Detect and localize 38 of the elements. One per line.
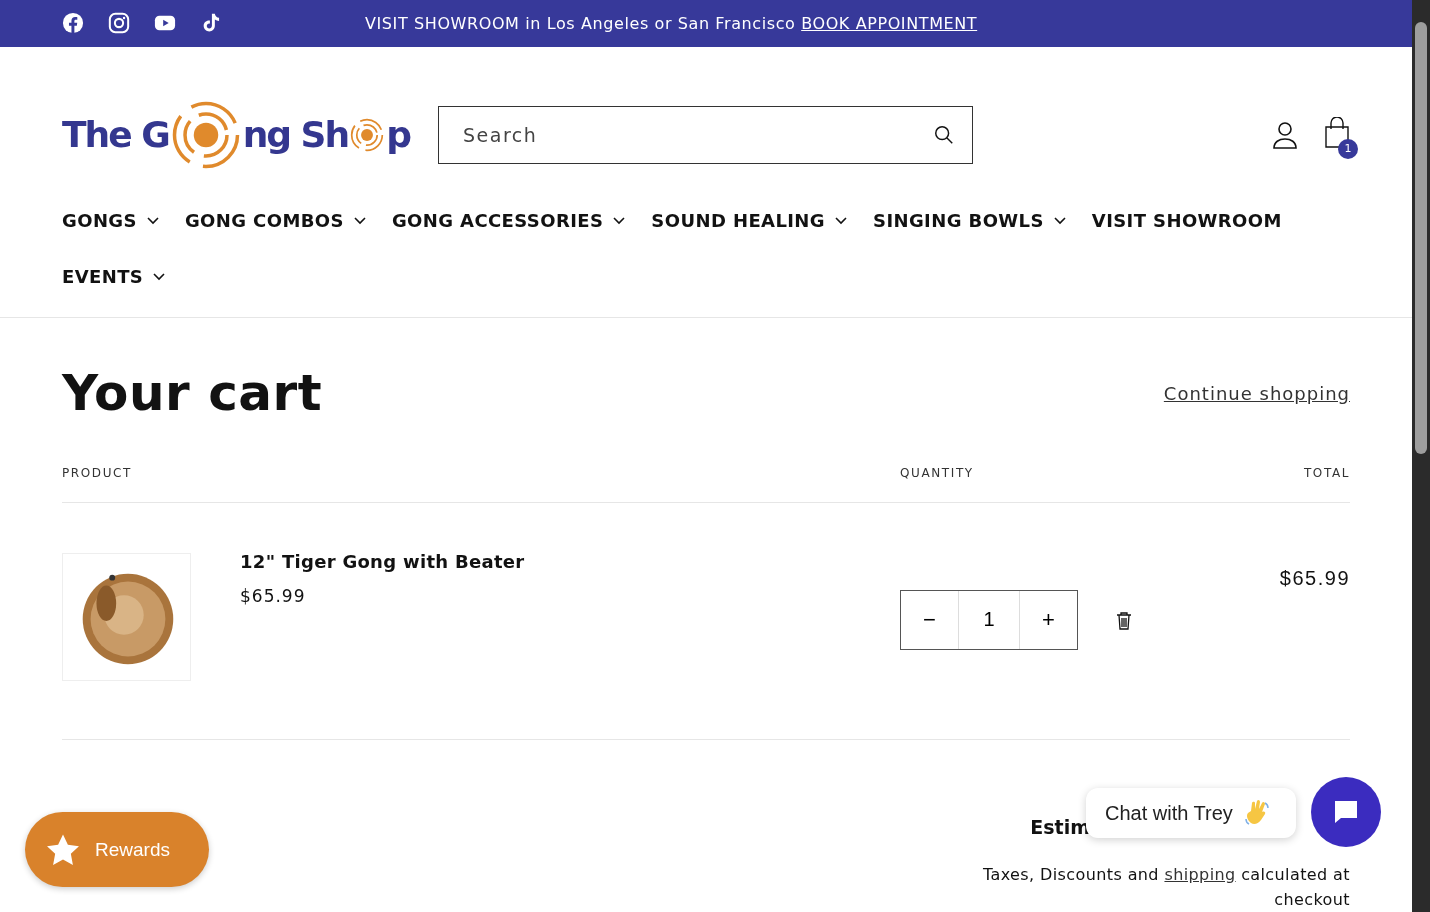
product-price: $65.99 (240, 586, 307, 606)
chat-prompt-text[interactable]: Chat with Trey (1105, 801, 1233, 825)
scrollbar-thumb[interactable] (1415, 22, 1427, 454)
nav-menu-item[interactable]: GONG ACCESSORIES (391, 193, 626, 249)
trash-icon[interactable] (1116, 612, 1132, 630)
quantity-input[interactable]: 1 (958, 590, 1020, 649)
column-header: TOTAL (1302, 466, 1350, 480)
quantity-stepper[interactable]: − 1 + (900, 589, 1078, 650)
nav-menu-item[interactable]: GONG COMBOS (184, 193, 366, 249)
column-header: QUANTITY (900, 466, 975, 480)
scrollbar[interactable] (1412, 0, 1430, 912)
spiral-icon (170, 99, 241, 170)
continue-shopping-link[interactable]: Continue shopping (1163, 382, 1350, 404)
waving-hand-icon (1242, 799, 1271, 827)
cart-count-badge: 1 (1338, 138, 1358, 159)
book-appointment-link[interactable]: BOOK APPOINTMENT (801, 13, 978, 33)
instagram-icon[interactable] (108, 12, 130, 35)
column-header: PRODUCT (62, 466, 133, 480)
account-icon[interactable] (1272, 120, 1298, 149)
announcement-text: VISIT SHOWROOM in Los Angeles or San Francisco BOOK APPOINTMENT (365, 13, 978, 33)
line-total: $65.99 (1278, 567, 1350, 591)
tax-note: Taxes, Discounts and shipping calculated at checkout (981, 864, 1350, 911)
logo-text[interactable]: The G (62, 114, 169, 156)
facebook-icon[interactable] (62, 12, 84, 35)
nav-menu-item[interactable]: SOUND HEALING (651, 193, 847, 249)
nav-menu-item[interactable]: SINGING BOWLS (873, 193, 1066, 249)
chat-icon (1332, 798, 1360, 826)
nav-menu-item[interactable]: VISIT SHOWROOM (1091, 193, 1282, 249)
nav-menu-item[interactable]: EVENTS (62, 249, 166, 305)
logo-text[interactable]: ng Sh (242, 114, 349, 156)
product-name[interactable]: 12" Tiger Gong with Beater (240, 551, 900, 572)
logo-text[interactable]: p (386, 114, 410, 156)
page-title: Your cart (62, 364, 323, 422)
search-field[interactable]: Search (438, 105, 973, 164)
spiral-icon (350, 117, 385, 152)
search-icon[interactable] (933, 123, 955, 146)
nav-menu-item[interactable]: GONGS (62, 193, 159, 249)
shipping-link[interactable]: shipping (1164, 865, 1236, 884)
